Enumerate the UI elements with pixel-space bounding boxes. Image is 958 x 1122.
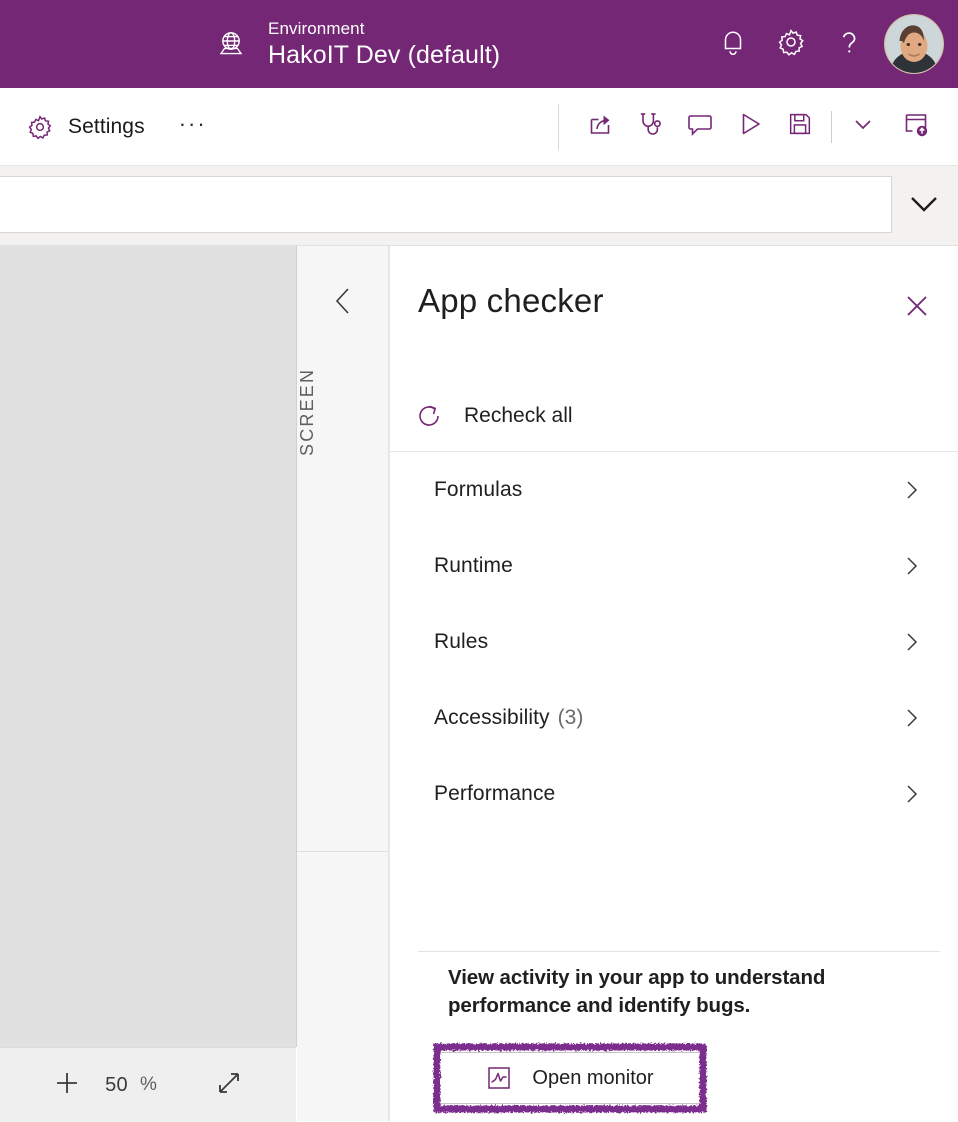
formula-bar-row (0, 166, 958, 246)
settings-button[interactable] (762, 14, 820, 74)
collapse-screen-panel-button[interactable] (297, 278, 388, 328)
page-title: App checker (418, 282, 604, 319)
environment-name: HakoIT Dev (default) (268, 41, 501, 69)
share-icon (585, 109, 615, 144)
close-x-icon (902, 291, 932, 326)
top-header-actions (704, 0, 944, 88)
check-item-label: Rules (434, 630, 489, 653)
check-item-formulas[interactable]: Formulas (390, 452, 958, 528)
check-item-runtime[interactable]: Runtime (390, 528, 958, 604)
monitor-chart-icon (486, 1065, 512, 1091)
zoom-level-value: 50 (105, 1073, 128, 1096)
notifications-button[interactable] (704, 14, 762, 74)
publish-button[interactable] (888, 102, 944, 152)
fit-to-screen-icon (214, 1068, 244, 1103)
plus-icon (53, 1069, 81, 1102)
formula-input[interactable] (0, 176, 892, 233)
app-checker-panel: App checker Recheck all Formulas Runtime… (389, 246, 958, 1121)
chevron-right-icon (901, 479, 923, 501)
top-header-bar: Environment HakoIT Dev (default) (0, 0, 958, 88)
avatar-photo (885, 15, 943, 73)
gear-icon (26, 113, 54, 141)
share-button[interactable] (575, 102, 625, 152)
powerapps-studio-window: Environment HakoIT Dev (default) Setting… (0, 0, 958, 1122)
publish-icon (901, 109, 931, 144)
command-divider-small (831, 110, 832, 143)
globe-environment-icon (214, 27, 248, 61)
preview-button[interactable] (725, 102, 775, 152)
zoom-percent-label: % (139, 1074, 157, 1095)
check-item-label: Runtime (434, 554, 513, 577)
check-item-count: (3) (557, 706, 584, 729)
environment-label: Environment (268, 19, 365, 38)
check-item-accessibility[interactable]: Accessibility (3) (390, 680, 958, 756)
environment-text: Environment HakoIT Dev (default) (268, 20, 500, 68)
question-mark-icon (835, 26, 863, 63)
comments-button[interactable] (675, 102, 725, 152)
app-checker-button[interactable] (625, 102, 675, 152)
monitor-description: View activity in your app to understand … (448, 966, 826, 1018)
help-button[interactable] (820, 14, 878, 74)
save-button[interactable] (775, 102, 825, 152)
command-bar-actions (542, 88, 944, 165)
stethoscope-icon (635, 109, 665, 144)
gear-icon (776, 27, 806, 62)
chevron-right-icon (901, 707, 923, 729)
recheck-all-button[interactable]: Recheck all (416, 394, 573, 438)
command-bar: Settings ··· (0, 88, 958, 166)
recheck-all-label: Recheck all (464, 404, 573, 427)
rail-divider (297, 851, 388, 852)
settings-label: Settings (68, 114, 145, 138)
save-floppy-icon (786, 110, 814, 143)
monitor-button-area: Open monitor (417, 1040, 717, 1116)
canvas-status-bar: 50 % (0, 1047, 296, 1122)
chevron-right-icon (901, 631, 923, 653)
zoom-in-button[interactable] (45, 1063, 89, 1107)
settings-menu[interactable]: Settings ··· (26, 88, 213, 165)
close-panel-button[interactable] (897, 288, 937, 328)
formula-expand-button[interactable] (898, 180, 950, 230)
app-checker-list: Formulas Runtime Rules Accessibility (3)… (390, 452, 958, 832)
app-checker-header: App checker (390, 246, 958, 366)
chevron-right-icon (901, 783, 923, 805)
open-monitor-button[interactable]: Open monitor (436, 1052, 704, 1104)
screen-rail-title: SCREEN (297, 367, 317, 457)
check-item-label: Accessibility (434, 706, 550, 729)
more-commands-button[interactable]: ··· (173, 111, 213, 143)
comment-icon (685, 109, 715, 144)
work-area: 50 % SCREEN App checker Recheck all Form… (0, 246, 958, 1122)
chevron-left-icon (328, 284, 358, 323)
chevron-down-icon (903, 187, 945, 224)
chevron-down-icon (850, 111, 876, 142)
check-item-label: Formulas (434, 478, 523, 501)
monitor-section-divider (418, 951, 940, 952)
fit-to-screen-button[interactable] (207, 1063, 251, 1107)
command-divider (558, 103, 559, 150)
app-canvas[interactable] (0, 246, 297, 1047)
check-item-rules[interactable]: Rules (390, 604, 958, 680)
chevron-right-icon (901, 555, 923, 577)
save-options-button[interactable] (838, 102, 888, 152)
play-icon (735, 109, 765, 144)
open-monitor-label: Open monitor (532, 1066, 654, 1089)
check-item-label: Performance (434, 782, 556, 805)
screen-panel-rail: SCREEN (297, 246, 389, 1121)
check-item-performance[interactable]: Performance (390, 756, 958, 832)
refresh-icon (416, 403, 442, 429)
avatar[interactable] (884, 14, 944, 74)
bell-icon (719, 27, 747, 62)
environment-selector[interactable]: Environment HakoIT Dev (default) (214, 10, 500, 78)
